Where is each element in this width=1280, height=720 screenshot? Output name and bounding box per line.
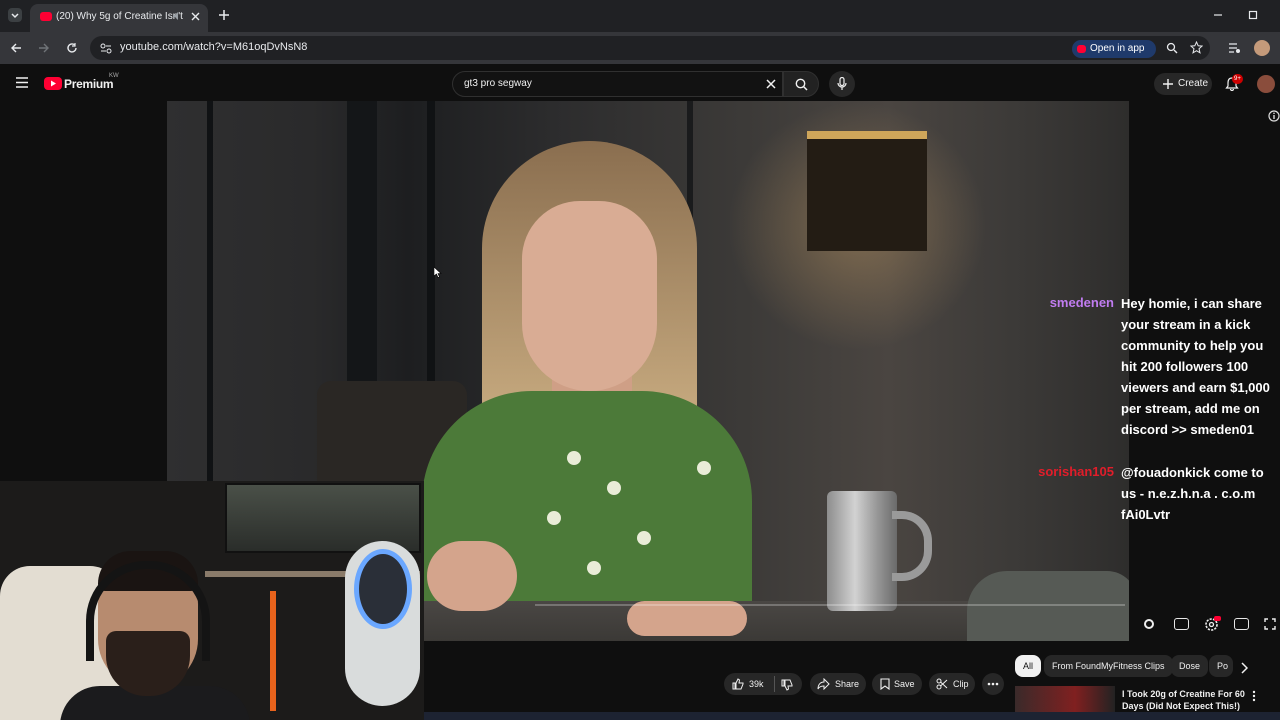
mouse-cursor-icon bbox=[434, 267, 442, 278]
minimize-window-icon[interactable] bbox=[1213, 10, 1223, 20]
chip-more[interactable]: Po bbox=[1209, 655, 1233, 677]
dress-flower bbox=[637, 531, 651, 545]
open-in-app-label: Open in app bbox=[1090, 43, 1145, 54]
region-code: KW bbox=[109, 73, 119, 79]
dress-flower bbox=[587, 561, 601, 575]
seek-bar[interactable] bbox=[535, 604, 1125, 606]
streamer-webcam bbox=[0, 481, 424, 720]
save-label: Save bbox=[894, 679, 915, 689]
chip-from-channel[interactable]: From FoundMyFitness Clips bbox=[1044, 655, 1173, 677]
url-text: youtube.com/watch?v=M61oqDvNsN8 bbox=[120, 41, 308, 53]
menu-icon[interactable] bbox=[16, 77, 28, 88]
chip-all[interactable]: All bbox=[1015, 655, 1042, 677]
subtitles-icon[interactable] bbox=[1174, 618, 1189, 630]
account-avatar[interactable] bbox=[1257, 75, 1275, 93]
save-button[interactable]: Save bbox=[872, 673, 922, 695]
scissors-icon bbox=[936, 678, 948, 690]
mug-handle bbox=[892, 511, 932, 581]
orange-light bbox=[270, 591, 276, 711]
browser-tab[interactable]: (20) Why 5g of Creatine Isn't bbox=[30, 4, 208, 32]
clear-search-icon[interactable] bbox=[766, 79, 776, 89]
like-count[interactable]: 39k bbox=[749, 679, 764, 689]
fullscreen-icon[interactable] bbox=[1264, 618, 1276, 630]
reload-icon[interactable] bbox=[66, 42, 78, 54]
window-frame bbox=[427, 101, 435, 381]
steel-mug bbox=[827, 491, 897, 611]
forward-icon[interactable] bbox=[38, 42, 50, 54]
speaker-hand bbox=[627, 601, 747, 636]
speaker-face bbox=[522, 201, 657, 391]
chat-message: @fouadonkick come to us - n.e.z.h.n.a . … bbox=[1121, 465, 1264, 522]
share-button[interactable]: Share bbox=[810, 673, 866, 695]
new-tab-icon[interactable] bbox=[218, 9, 230, 21]
notification-count-badge: 9+ bbox=[1232, 74, 1243, 84]
os-taskbar bbox=[424, 712, 1280, 720]
tab-close-icon[interactable] bbox=[191, 12, 200, 21]
media-controls-icon[interactable] bbox=[1228, 42, 1241, 54]
chip-next-icon[interactable] bbox=[1240, 662, 1248, 674]
autoplay-toggle-icon[interactable] bbox=[1144, 619, 1154, 629]
audio-playing-icon[interactable] bbox=[172, 11, 182, 21]
create-label: Create bbox=[1178, 78, 1209, 89]
search-icon bbox=[795, 78, 808, 91]
chat-username: smedenen bbox=[1049, 295, 1114, 310]
youtube-app-icon bbox=[1077, 45, 1086, 53]
search-input[interactable]: gt3 pro segway bbox=[464, 78, 532, 89]
zoom-icon[interactable] bbox=[1166, 42, 1178, 54]
like-dislike-group: 39k bbox=[724, 673, 802, 695]
recommended-menu-icon[interactable] bbox=[1252, 690, 1256, 702]
youtube-favicon-icon bbox=[40, 12, 52, 21]
open-in-app-button[interactable]: Open in app bbox=[1072, 40, 1156, 58]
wall-lamp bbox=[807, 131, 927, 251]
profile-avatar[interactable] bbox=[1254, 40, 1270, 56]
info-icon[interactable] bbox=[1268, 110, 1280, 122]
address-bar[interactable]: youtube.com/watch?v=M61oqDvNsN8 bbox=[90, 36, 1210, 60]
chat-username: sorishan105 bbox=[1038, 464, 1114, 479]
recommended-title[interactable]: I Took 20g of Creatine For 60 Days (Did … bbox=[1122, 688, 1247, 712]
speaker-hand bbox=[427, 541, 517, 611]
share-label: Share bbox=[835, 679, 860, 689]
browser-tab-strip: (20) Why 5g of Creatine Isn't bbox=[0, 0, 1280, 32]
bookmark-star-icon[interactable] bbox=[1190, 41, 1203, 54]
speaker-blue-ring bbox=[354, 549, 412, 629]
bookmark-icon bbox=[880, 678, 890, 690]
voice-search-button[interactable] bbox=[829, 71, 855, 97]
clip-button[interactable]: Clip bbox=[929, 673, 975, 695]
dress-flower bbox=[607, 481, 621, 495]
back-icon[interactable] bbox=[10, 42, 22, 54]
restore-window-icon[interactable] bbox=[1248, 10, 1258, 20]
divider bbox=[774, 676, 775, 692]
plus-icon bbox=[1163, 79, 1173, 89]
dress-flower bbox=[547, 511, 561, 525]
dislike-icon[interactable] bbox=[781, 679, 793, 691]
youtube-logo-icon[interactable] bbox=[44, 77, 62, 90]
tab-search-button[interactable] bbox=[8, 8, 22, 22]
share-icon bbox=[817, 678, 830, 690]
more-actions-button[interactable] bbox=[982, 673, 1004, 695]
more-horizontal-icon bbox=[987, 682, 999, 686]
dress-flower bbox=[567, 451, 581, 465]
like-icon[interactable] bbox=[732, 678, 744, 690]
hd-badge bbox=[1214, 616, 1221, 621]
site-settings-icon[interactable] bbox=[100, 42, 112, 54]
window-frame bbox=[207, 101, 213, 481]
miniplayer-icon[interactable] bbox=[1234, 618, 1249, 630]
search-button[interactable] bbox=[783, 71, 819, 97]
microphone-icon bbox=[837, 77, 847, 91]
dress-flower bbox=[697, 461, 711, 475]
clip-label: Clip bbox=[953, 679, 969, 689]
youtube-premium-logo[interactable]: Premium bbox=[64, 77, 114, 91]
search-box[interactable]: gt3 pro segway bbox=[452, 71, 783, 97]
create-button[interactable]: Create bbox=[1154, 73, 1212, 95]
chat-message: Hey homie, i can share your stream in a … bbox=[1121, 296, 1270, 437]
gray-cloth bbox=[967, 571, 1129, 641]
window-frame bbox=[347, 101, 377, 401]
chip-dose[interactable]: Dose bbox=[1171, 655, 1209, 677]
